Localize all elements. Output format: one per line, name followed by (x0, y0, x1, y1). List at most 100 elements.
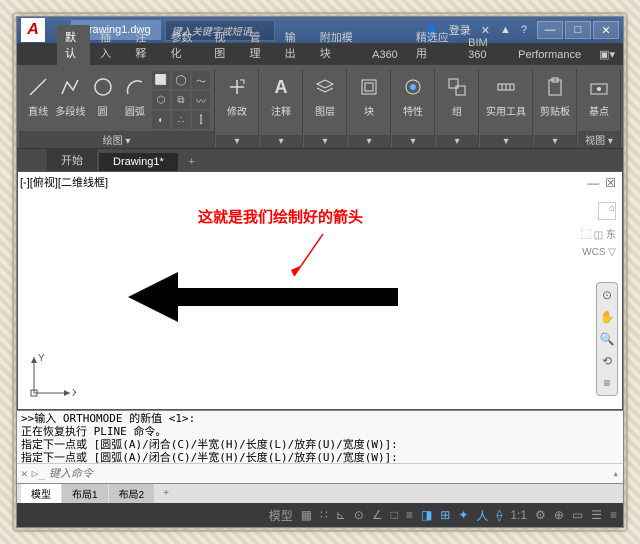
app-menu-button[interactable]: A (21, 18, 45, 42)
file-tab-add[interactable]: + (180, 153, 204, 171)
isodraft-icon[interactable]: ∠ (372, 508, 383, 522)
steering-wheel-icon[interactable]: ⊙ (599, 287, 615, 303)
orbit-icon[interactable]: ⟲ (599, 353, 615, 369)
panel-label-draw[interactable]: 绘图 ▾ (19, 131, 214, 148)
maximize-button[interactable]: □ (565, 21, 591, 39)
panel-label[interactable]: ▾ (392, 135, 434, 148)
measure-icon (492, 73, 520, 101)
lineweight-icon[interactable]: ≡ (406, 508, 413, 522)
panel-label[interactable]: 视图 ▾ (578, 131, 620, 148)
layer-button[interactable]: 图层 (308, 71, 342, 120)
basepoint-icon (585, 73, 613, 101)
command-log: >>输入 ORTHOMODE 的新值 <1>: 正在恢复执行 PLINE 命令。… (17, 411, 623, 463)
layout-tab-model[interactable]: 模型 (21, 484, 61, 503)
block-button[interactable]: 块 (352, 71, 386, 120)
ribbon-tab-parametric[interactable]: 参数化 (163, 25, 205, 65)
ribbon-tab-output[interactable]: 输出 (277, 25, 310, 65)
tool-icon[interactable]: ∴ (172, 111, 190, 129)
ribbon-tab-default[interactable]: 默认 (57, 25, 90, 65)
help-icon[interactable]: ? (521, 24, 527, 36)
layout-tab-add[interactable]: + (155, 486, 177, 501)
tool-icon[interactable]: ◐ (152, 111, 170, 129)
navigation-bar: ⊙ ✋ 🔍 ⟲ ≡ (596, 282, 618, 396)
file-tab-active[interactable]: Drawing1* (99, 153, 178, 171)
dynamic-input-icon[interactable]: 人 (476, 507, 488, 524)
polyline-button[interactable]: 多段线 (55, 71, 85, 120)
zoom-icon[interactable]: 🔍 (599, 331, 615, 347)
polar-icon[interactable]: ⊙ (354, 508, 364, 522)
command-close-icon[interactable]: ✕ (21, 467, 28, 480)
panel-label[interactable]: ▾ (304, 135, 346, 148)
scale-label[interactable]: 1:1 (510, 508, 527, 522)
viewport-label[interactable]: [-][俯视][二维线框] (20, 174, 108, 190)
transparency-icon[interactable]: ◨ (421, 508, 432, 522)
ucs-icon[interactable]: X Y (26, 351, 76, 401)
minimize-button[interactable]: — (537, 21, 563, 39)
ribbon-tab-addins[interactable]: 附加模块 (312, 25, 362, 65)
panel-label[interactable]: ▾ (216, 135, 258, 148)
tool-icon[interactable]: ～ (192, 71, 210, 89)
ortho-icon[interactable]: ⊾ (336, 508, 346, 522)
panel-label[interactable]: ▾ (436, 135, 478, 148)
tool-icon[interactable]: 〰 (192, 91, 210, 109)
tool-icon[interactable]: ⧉ (172, 91, 190, 109)
panel-label[interactable]: ▾ (480, 135, 532, 148)
tool-icon[interactable]: ⫿ (192, 111, 210, 129)
clipboard-button[interactable]: 剪贴板 (538, 71, 572, 120)
clipboard-icon (541, 73, 569, 101)
line-button[interactable]: 直线 (23, 71, 53, 120)
tool-icon[interactable]: ⬜ (152, 71, 170, 89)
ribbon-tab-a360[interactable]: A360 (364, 45, 406, 65)
tool-icon[interactable]: ⬡ (152, 91, 170, 109)
command-input[interactable] (49, 468, 609, 480)
units-icon[interactable]: ▭ (572, 508, 583, 522)
file-tab-start[interactable]: 开始 (47, 149, 97, 171)
polyline-icon (56, 73, 84, 101)
viewcube[interactable]: ⌂ ⬚ ◫ 东 WCS ▽ (581, 202, 616, 258)
annotation-button[interactable]: A注释 (264, 71, 298, 120)
ribbon-tab-insert[interactable]: 插入 (92, 25, 125, 65)
ribbon-tab-expand[interactable]: ▣▾ (591, 44, 623, 65)
annomonitor-icon[interactable]: ⊕ (554, 508, 564, 522)
snap-icon[interactable]: ∷ (320, 508, 328, 522)
ribbon-tab-view[interactable]: 视图 (206, 25, 239, 65)
showmotion-icon[interactable]: ≡ (599, 375, 615, 391)
viewport-close-icon[interactable]: ☒ (605, 176, 616, 190)
layout-tab-1[interactable]: 布局1 (62, 484, 108, 503)
modify-button[interactable]: 修改 (220, 71, 254, 120)
ribbon-tab-performance[interactable]: Performance (510, 45, 589, 65)
selection-icon[interactable]: ⊞ (440, 508, 450, 522)
ribbon-tab-manage[interactable]: 管理 (241, 25, 274, 65)
group-button[interactable]: 组 (440, 71, 474, 120)
basepoint-button[interactable]: 基点 (582, 71, 616, 120)
tool-icon[interactable]: ◯ (172, 71, 190, 89)
panel-label[interactable]: ▾ (260, 135, 302, 148)
workspace-icon[interactable]: ⚙ (535, 508, 546, 522)
arc-button[interactable]: 圆弧 (120, 71, 150, 120)
quickprops-icon[interactable]: ☰ (591, 508, 602, 522)
panel-label[interactable]: ▾ (534, 135, 576, 148)
command-menu-icon[interactable]: ▴ (612, 467, 619, 480)
ribbon-tab-annotate[interactable]: 注释 (127, 25, 160, 65)
panel-label[interactable]: ▾ (348, 135, 390, 148)
drawing-canvas[interactable]: [-][俯视][二维线框] —☒ 这就是我们绘制好的箭头 X Y ⌂ ⬚ ◫ 东… (17, 171, 623, 410)
viewport-minimize-icon[interactable]: — (587, 176, 599, 190)
close-button[interactable]: ✕ (593, 21, 619, 39)
gizmo-icon[interactable]: ✦ (458, 508, 468, 522)
ribbon-tab-featured[interactable]: 精选应用 (408, 25, 458, 65)
status-model-button[interactable]: 模型 (269, 507, 293, 524)
ribbon-tab-bim360[interactable]: BIM 360 (460, 33, 508, 65)
layout-tabs: 模型 布局1 布局2 + (17, 483, 623, 503)
annoscale-icon[interactable]: ⟠ (496, 508, 502, 522)
circle-button[interactable]: 圆 (88, 71, 118, 120)
utilities-button[interactable]: 实用工具 (484, 71, 528, 120)
customize-icon[interactable]: ≡ (610, 508, 617, 522)
osnap-icon[interactable]: □ (391, 508, 398, 522)
pan-icon[interactable]: ✋ (599, 309, 615, 325)
properties-button[interactable]: 特性 (396, 71, 430, 120)
svg-text:X: X (72, 388, 76, 399)
grid-icon[interactable]: ▦ (301, 508, 312, 522)
layout-tab-2[interactable]: 布局2 (109, 484, 155, 503)
command-prompt-icon: ▷_ (32, 467, 45, 480)
line-icon (24, 73, 52, 101)
